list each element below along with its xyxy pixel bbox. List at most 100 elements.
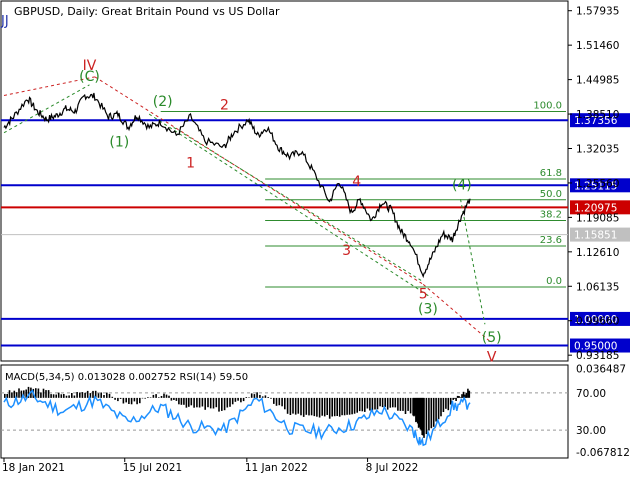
macd-bar: [456, 395, 459, 398]
main-plot-frame: [0, 0, 569, 362]
macd-bar: [111, 396, 114, 398]
macd-bar: [73, 395, 76, 398]
wave-label: 2: [220, 97, 229, 113]
macd-bar: [45, 390, 47, 398]
macd-bar: [196, 397, 198, 408]
chart-window: 1.37356 1.25115 1.20975 1.15851 1.00000 0.950…: [0, 0, 640, 480]
macd-bar: [281, 397, 283, 407]
macd-bar: [141, 397, 144, 399]
macd-bar: [130, 397, 133, 405]
macd-bar: [284, 397, 286, 410]
macd-bar: [465, 392, 468, 398]
macd-bar: [229, 397, 231, 407]
macd-bar: [310, 397, 313, 416]
macd-bar: [452, 397, 454, 400]
wave-label: (C): [79, 69, 100, 85]
y-tick-label: 1.12610: [576, 247, 619, 259]
macd-bar: [389, 397, 392, 408]
macd-bar: [136, 397, 138, 405]
fib-level-label: 0.0: [546, 276, 562, 287]
macd-bar: [336, 397, 338, 416]
macd-bar: [158, 397, 160, 398]
macd-bar: [86, 390, 89, 398]
macd-bar: [369, 397, 371, 411]
indicator-title: MACD(5,34,5) 0.013028 0.002752 RSI(14) 5…: [5, 372, 248, 383]
macd-bar: [328, 397, 331, 419]
macd-bar: [275, 397, 278, 406]
macd-bar: [376, 397, 379, 410]
wave-label: (3): [418, 302, 438, 318]
macd-bar: [79, 392, 81, 398]
macd-bar: [356, 397, 358, 413]
macd-bar: [326, 397, 328, 415]
macd-bar: [190, 397, 193, 406]
macd-bar: [338, 397, 341, 417]
macd-bar: [333, 397, 336, 417]
wave-label: 1: [186, 155, 195, 171]
macd-bar: [297, 397, 300, 414]
macd-bar: [119, 397, 122, 399]
macd-bar: [348, 397, 351, 415]
macd-bar: [209, 397, 212, 409]
macd-bar: [384, 397, 386, 407]
fib-level-label: 61.8: [540, 168, 562, 179]
macd-bar: [428, 397, 430, 431]
macd-bar: [221, 397, 223, 411]
macd-bar: [84, 392, 86, 398]
wave-label: (5): [482, 330, 502, 346]
macd-bar: [242, 397, 245, 402]
y-tick-label: 1.06135: [576, 281, 619, 293]
macd-bar: [381, 397, 384, 408]
macd-bar: [108, 393, 111, 398]
macd-bar: [128, 397, 130, 404]
macd-bar: [459, 397, 462, 398]
wave-label: (1): [109, 135, 129, 151]
macd-bar: [270, 397, 272, 399]
macd-bar: [445, 397, 447, 409]
y-tick-label: 0.93185: [576, 350, 619, 362]
fib-level-label: 23.6: [540, 235, 562, 246]
macd-bar: [316, 397, 318, 417]
macd-bar: [183, 397, 185, 405]
macd-bar: [461, 394, 463, 398]
macd-bar: [397, 397, 399, 411]
y-tick-label: 1.25560: [576, 178, 619, 190]
macd-bar: [394, 397, 397, 408]
macd-bar: [198, 397, 201, 408]
macd-bar: [223, 397, 226, 411]
macd-bar: [63, 394, 65, 398]
macd-bar: [234, 397, 237, 402]
macd-bar: [437, 397, 440, 420]
y-tick-label: 0.99660: [576, 316, 619, 328]
x-tick-label: 8 Jul 2022: [366, 462, 419, 474]
macd-bar: [392, 397, 394, 408]
macd-bar: [92, 390, 94, 398]
macd-bar: [308, 397, 310, 416]
macd-bar: [409, 397, 412, 414]
macd-bar: [318, 397, 321, 418]
macd-bar: [366, 397, 369, 409]
macd-bar: [165, 394, 168, 398]
macd-bar: [273, 397, 275, 404]
macd-bar: [42, 388, 45, 398]
y-tick-label: 1.51460: [576, 40, 619, 52]
wave-label: 4: [352, 174, 361, 190]
macd-bar: [122, 397, 125, 404]
chart-title: GBPUSD, Daily: Great Britain Pound vs US…: [14, 5, 280, 18]
macd-bar: [313, 397, 316, 417]
macd-bar: [152, 394, 155, 398]
macd-bar: [300, 397, 302, 416]
macd-bar: [212, 397, 215, 409]
macd-bar: [321, 397, 323, 416]
y-tick-label: 1.32035: [576, 143, 619, 155]
macd-bar: [173, 397, 175, 400]
macd-bar: [133, 397, 136, 402]
rsi-level-label: 30.00: [576, 425, 606, 437]
macd-bar: [106, 392, 108, 398]
macd-bar: [346, 397, 348, 415]
macd-bar: [458, 396, 460, 398]
macd-bar: [323, 397, 326, 417]
x-tick-label: 15 Jul 2021: [123, 462, 182, 474]
macd-bar: [201, 397, 204, 407]
macd-bar: [364, 397, 366, 412]
